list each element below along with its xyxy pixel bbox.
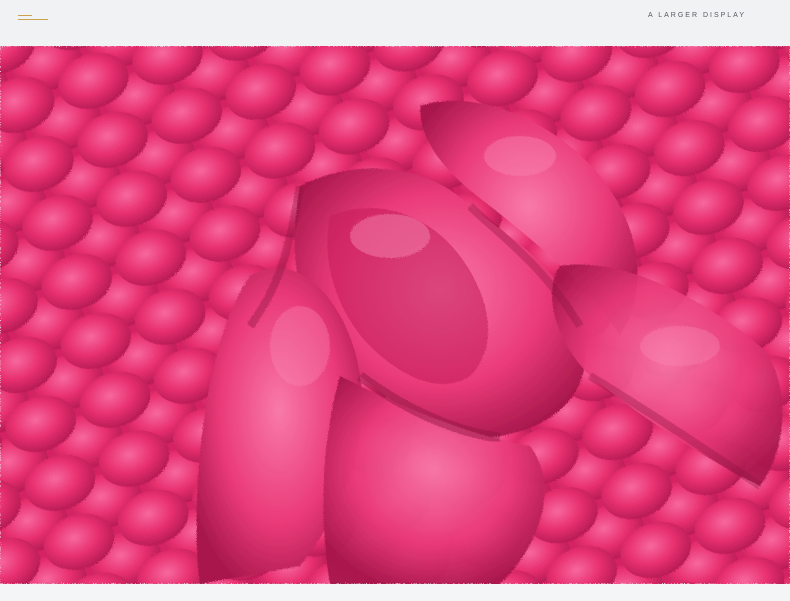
footer-band (0, 584, 790, 601)
logo-lines-icon (18, 15, 48, 21)
plush-fabric-image (0, 46, 790, 584)
product-photo (0, 46, 790, 584)
header-bar: A LARGER DISPLAY (0, 0, 790, 46)
header-caption: A LARGER DISPLAY (647, 12, 746, 19)
